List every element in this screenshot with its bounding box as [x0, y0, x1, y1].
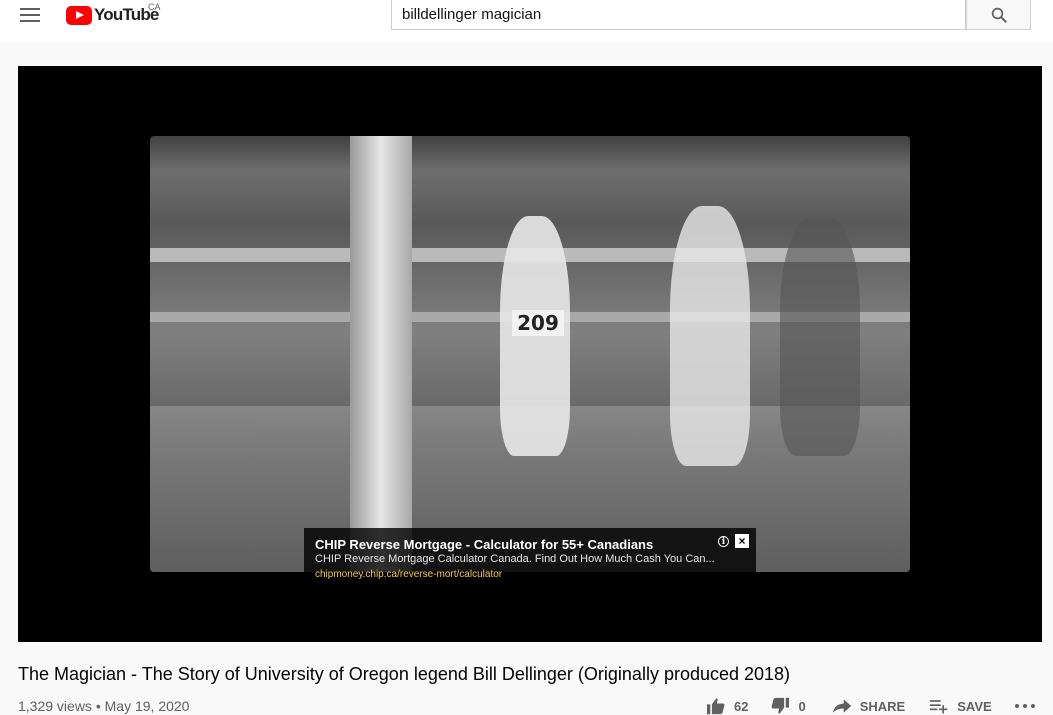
youtube-logo[interactable]: YouTube	[66, 4, 159, 26]
share-icon	[832, 699, 851, 713]
playlist-add-icon	[930, 700, 948, 714]
video-meta: 1,329 views • May 19, 2020	[18, 698, 189, 714]
search-input[interactable]	[402, 4, 952, 24]
thumbs-down-icon	[772, 697, 790, 714]
ad-overlay[interactable]: CHIP Reverse Mortgage - Calculator for 5…	[304, 528, 756, 580]
dislike-button[interactable]: 0	[770, 697, 806, 715]
publish-date: May 19, 2020	[104, 698, 190, 714]
more-horizontal-icon	[1014, 704, 1035, 708]
save-label: SAVE	[957, 698, 992, 714]
ad-title[interactable]: CHIP Reverse Mortgage - Calculator for 5…	[315, 537, 653, 552]
ad-url[interactable]: chipmoney.chip.ca/reverse-mort/calculato…	[315, 569, 502, 580]
race-bib: 209	[512, 310, 564, 336]
hamburger-menu-icon[interactable]	[20, 6, 40, 24]
masthead: YouTube CA	[0, 0, 1053, 42]
search-button[interactable]	[966, 0, 1031, 30]
runner	[670, 206, 750, 466]
country-code: CA	[148, 2, 161, 12]
view-count: 1,329 views	[18, 698, 92, 714]
like-count: 62	[734, 698, 749, 714]
video-player[interactable]: 209 CHIP Reverse Mortgage - Calculator f…	[18, 66, 1042, 642]
share-label: SHARE	[859, 698, 906, 714]
search-box[interactable]	[391, 0, 966, 30]
pole	[350, 136, 412, 572]
play-logo-icon	[66, 5, 92, 25]
ad-description: CHIP Reverse Mortgage Calculator Canada.…	[315, 553, 715, 565]
video-title: The Magician - The Story of University o…	[18, 664, 791, 684]
action-bar: 62 0 SHARE SAVE	[706, 697, 1036, 715]
video-frame: 209	[150, 136, 910, 572]
share-button[interactable]: SHARE	[832, 698, 906, 714]
like-button[interactable]: 62	[706, 697, 748, 715]
search-icon	[991, 7, 1007, 23]
close-icon[interactable]: ×	[735, 534, 749, 548]
runner	[500, 216, 570, 456]
runner	[780, 216, 860, 456]
dislike-count: 0	[798, 698, 806, 714]
more-actions-button[interactable]	[1014, 703, 1036, 709]
thumbs-up-icon	[707, 698, 725, 715]
info-icon[interactable]: i	[718, 536, 729, 547]
save-button[interactable]: SAVE	[929, 698, 992, 714]
separator: •	[91, 698, 105, 714]
